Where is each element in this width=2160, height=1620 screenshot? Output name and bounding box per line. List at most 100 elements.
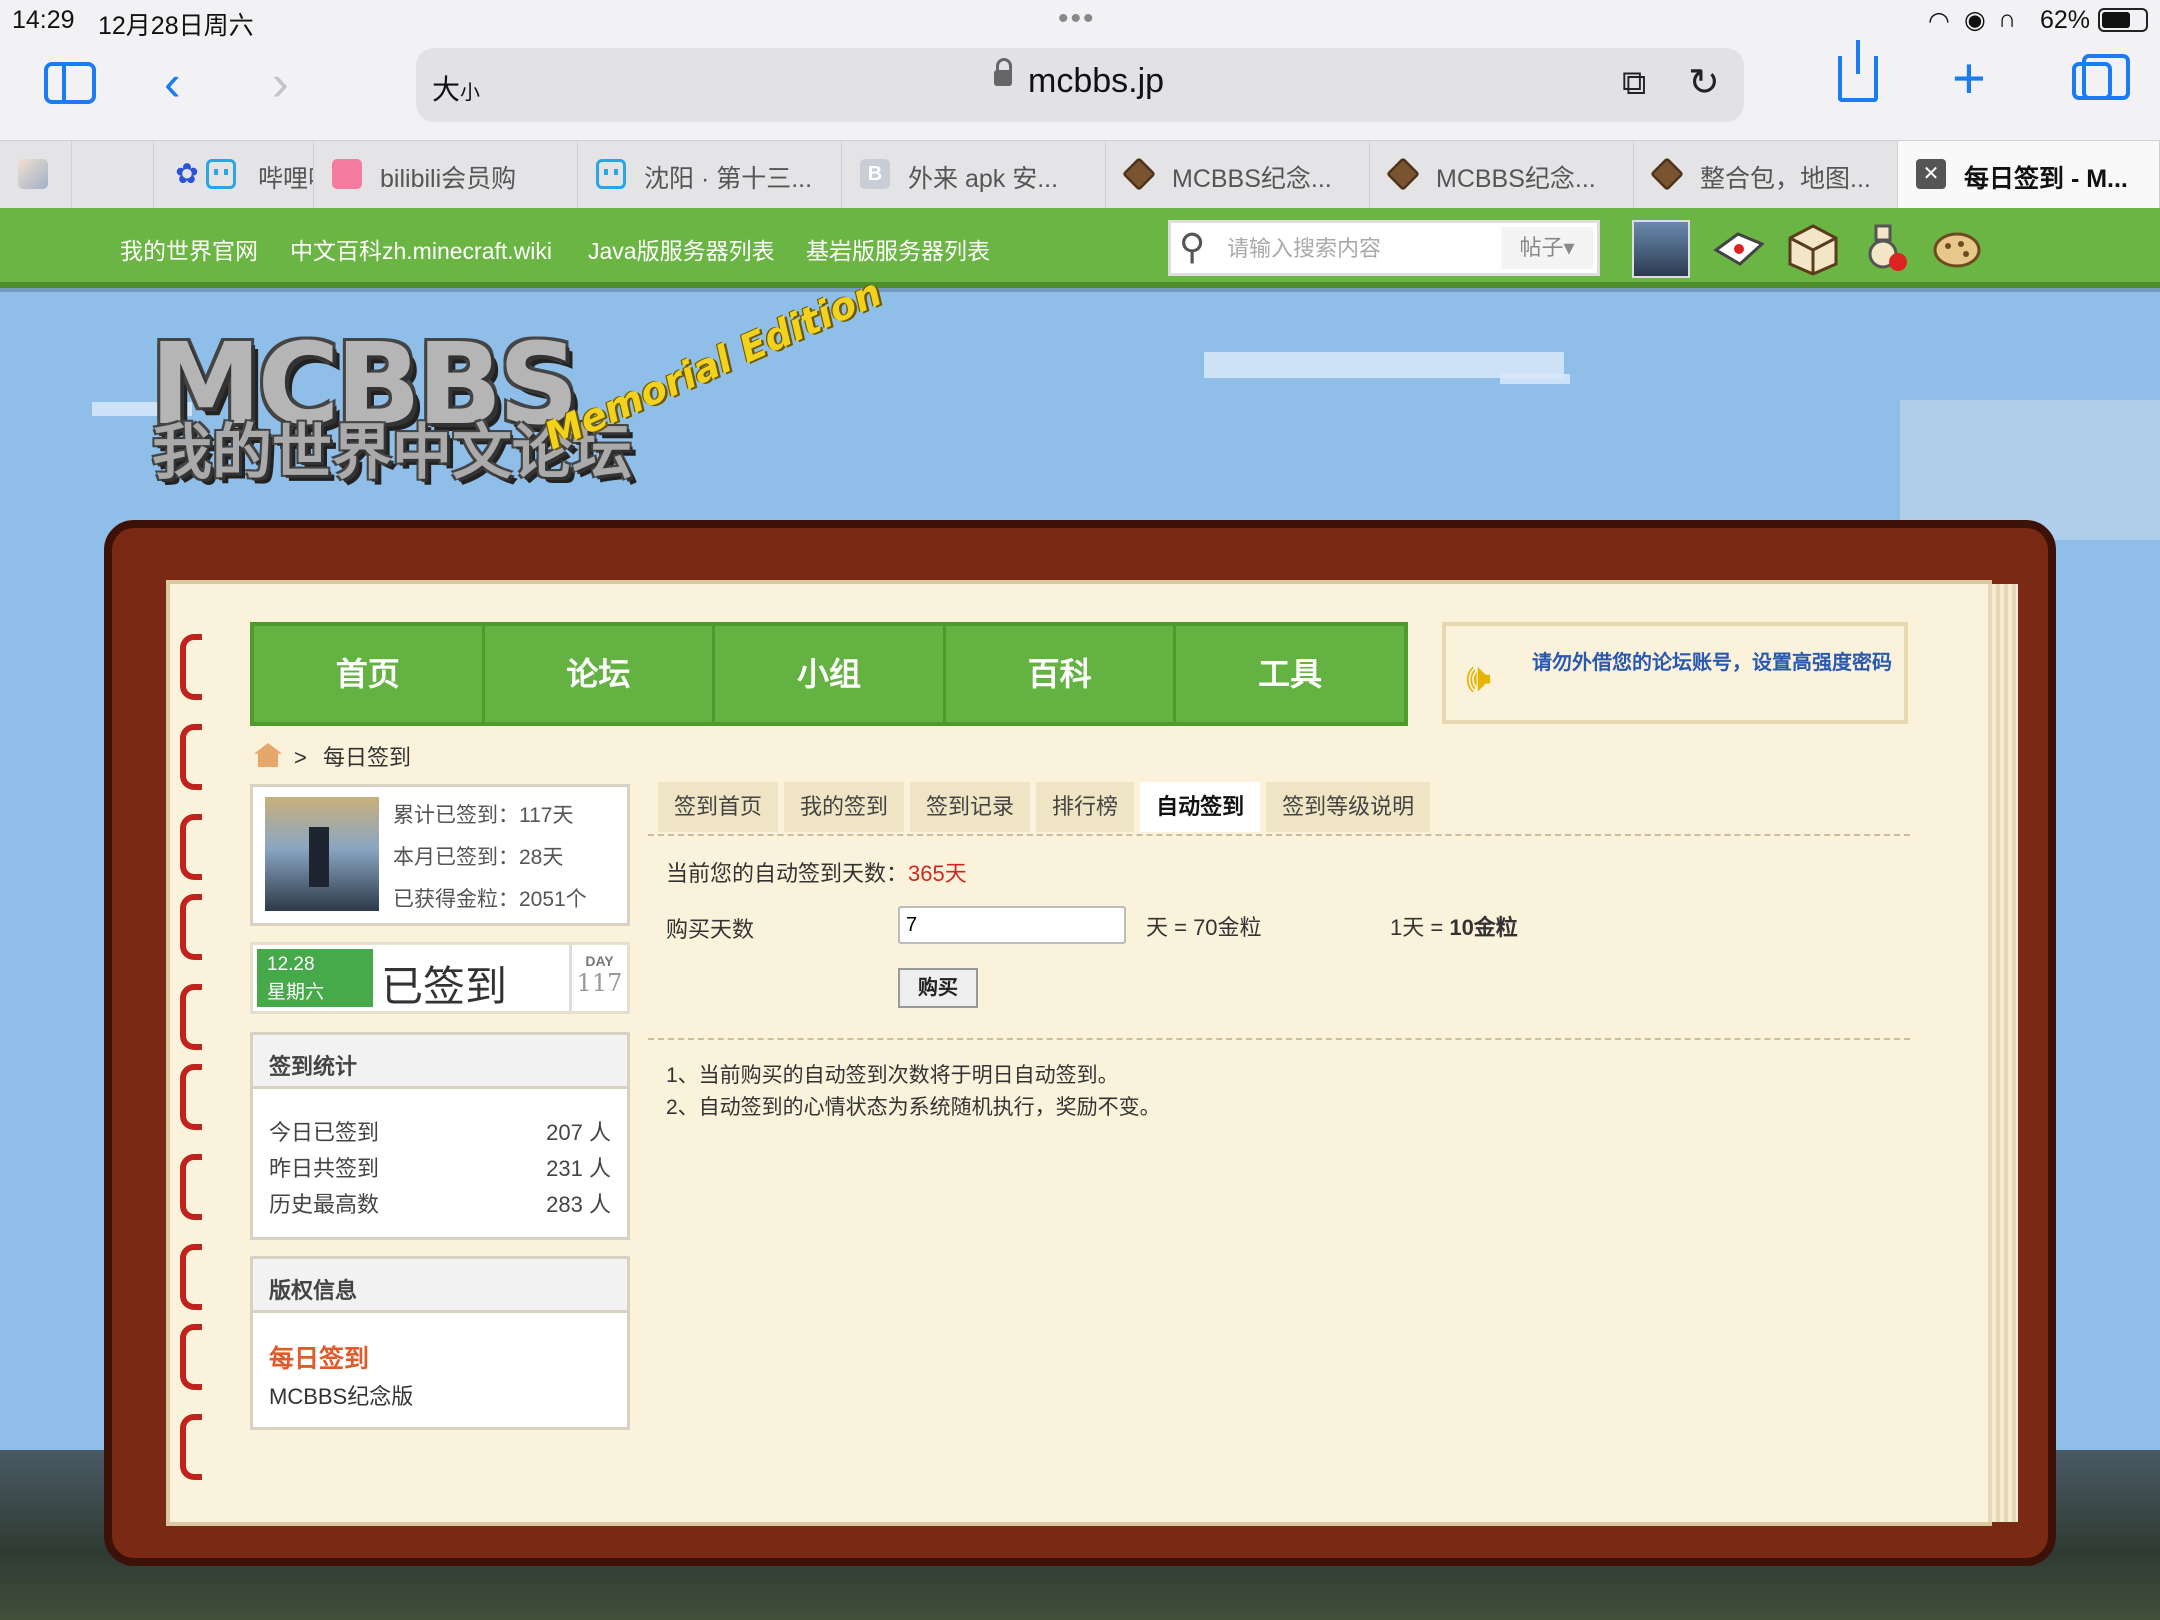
page-edges: [1988, 584, 2018, 1522]
cookie-palette-icon[interactable]: [1928, 220, 1986, 278]
mail-icon[interactable]: [1710, 220, 1768, 278]
tab-label: MCBBS纪念...: [1436, 165, 1596, 193]
tab-item[interactable]: [0, 141, 72, 209]
multitask-dots-icon[interactable]: •••: [1058, 2, 1096, 36]
tab-strip: ✿ 哔哩哔 bilibili会员购 沈阳 · 第十三... B 外来 apk 安..…: [0, 140, 2160, 209]
tab-item[interactable]: bilibili会员购: [314, 141, 578, 209]
note-line: 2、自动签到的心情状态为系统随机执行，奖励不变。: [666, 1096, 1161, 1119]
link-minecraft-official[interactable]: 我的世界官网: [120, 232, 258, 266]
logo-edition: Memorial Edition: [538, 270, 888, 459]
link-zh-wiki[interactable]: 中文百科zh.minecraft.wiki: [290, 232, 552, 266]
new-tab-plus-icon[interactable]: +: [1952, 50, 1986, 108]
nav-home[interactable]: 首页: [254, 626, 485, 722]
signin-profile-card: 累计已签到：117天 本月已签到：28天 已获得金粒：2051个: [250, 784, 630, 926]
total-signins: 累计已签到：117天: [393, 804, 574, 827]
lock-icon: [994, 58, 1012, 88]
search-type-select[interactable]: 帖子▾: [1501, 227, 1593, 269]
nav-forum[interactable]: 论坛: [485, 626, 716, 722]
divider: [648, 834, 1910, 836]
user-avatar[interactable]: [1632, 220, 1690, 278]
rate-text: 1天 = 10金粒: [1390, 915, 1518, 940]
potion-icon[interactable]: [1858, 220, 1916, 278]
forum-topbar: 我的世界官网 中文百科zh.minecraft.wiki Java版服务器列表 …: [0, 208, 2160, 288]
sidebar-toggle-icon[interactable]: [44, 62, 96, 104]
subtab-ranking[interactable]: 排行榜: [1036, 782, 1135, 832]
profile-avatar[interactable]: [265, 797, 379, 911]
forward-chevron-icon[interactable]: ›: [272, 58, 289, 108]
binding-ring: [180, 1414, 202, 1480]
search-input[interactable]: [1227, 233, 1547, 265]
binding-ring: [180, 634, 202, 700]
signed-status-card: 12.28 星期六 已签到 DAY 117: [250, 942, 630, 1014]
bilibili-icon: [596, 159, 626, 189]
signed-date: 12.28: [267, 954, 315, 975]
subtab-level-info[interactable]: 签到等级说明: [1266, 782, 1431, 832]
date-badge: 12.28 星期六: [257, 949, 373, 1007]
link-java-servers[interactable]: Java版服务器列表: [588, 232, 775, 266]
search-icon[interactable]: ⚲: [1179, 229, 1205, 265]
subtab-my-signin[interactable]: 我的签到: [784, 782, 905, 832]
back-chevron-icon[interactable]: ‹: [164, 58, 181, 108]
main-nav: 首页 论坛 小组 百科 工具: [250, 622, 1408, 726]
day-label: DAY: [585, 953, 614, 969]
tab-item[interactable]: [72, 141, 154, 209]
box-icon: [1386, 157, 1420, 191]
tab-overview-icon[interactable]: [2072, 54, 2130, 100]
alarm-icon: ◉: [1964, 6, 1986, 34]
headphones-icon: ∩: [1998, 5, 2016, 33]
reload-icon[interactable]: ↻: [1688, 60, 1720, 105]
cost-text: 天 = 70金粒: [1146, 915, 1262, 940]
paw-icon: ✿: [175, 158, 199, 189]
crafting-table-icon[interactable]: [1784, 220, 1842, 278]
tab-item[interactable]: 整合包，地图...: [1634, 141, 1898, 209]
tab-item[interactable]: 沈阳 · 第十三...: [578, 141, 842, 209]
avatar-icon: [18, 159, 48, 189]
subtab-auto-signin[interactable]: 自动签到: [1140, 782, 1261, 832]
tab-item[interactable]: MCBBS纪念...: [1370, 141, 1634, 209]
subtab-signin-home[interactable]: 签到首页: [658, 782, 779, 832]
close-tab-icon[interactable]: ✕: [1916, 159, 1946, 189]
binding-ring: [180, 1244, 202, 1310]
tab-label: 哔哩哔: [258, 165, 313, 193]
tab-item-active[interactable]: ✕ 每日签到 - M...: [1898, 141, 2160, 209]
tab-item[interactable]: ✿ 哔哩哔: [154, 141, 314, 209]
home-icon[interactable]: [254, 743, 282, 767]
url-text[interactable]: mcbbs.jp: [1028, 62, 1164, 101]
divider: [648, 1038, 1910, 1040]
signin-subtabs: 签到首页 我的签到 签到记录 排行榜 自动签到 签到等级说明: [658, 782, 1436, 834]
stats-row: 昨日共签到 231 人: [269, 1156, 611, 1181]
address-bar[interactable]: 大小 mcbbs.jp ⧉ ↻: [416, 48, 1744, 122]
binding-ring: [180, 724, 202, 790]
tab-item[interactable]: MCBBS纪念...: [1106, 141, 1370, 209]
signed-weekday: 星期六: [267, 982, 325, 1003]
buy-button[interactable]: 购买: [898, 968, 978, 1008]
text-size-button[interactable]: 大小: [432, 68, 480, 108]
month-signins: 本月已签到：28天: [393, 846, 564, 869]
subtab-signin-records[interactable]: 签到记录: [910, 782, 1031, 832]
nav-groups[interactable]: 小组: [715, 626, 946, 722]
day-counter: DAY 117: [569, 945, 627, 1011]
speaker-icon: 🕪: [1466, 656, 1492, 700]
status-bar: 14:29 12月28日周六 ••• ◠ ◉ ∩ 62%: [0, 0, 2160, 40]
extensions-icon[interactable]: ⧉: [1622, 64, 1646, 103]
box-icon: [1650, 157, 1684, 191]
binding-ring: [180, 984, 202, 1050]
cloud: [1500, 374, 1570, 384]
nav-tools[interactable]: 工具: [1176, 626, 1404, 722]
share-icon[interactable]: [1838, 40, 1878, 102]
link-bedrock-servers[interactable]: 基岩版服务器列表: [806, 232, 990, 266]
nav-wiki[interactable]: 百科: [946, 626, 1177, 722]
search-box: ⚲ 帖子▾: [1168, 220, 1600, 276]
plugin-name[interactable]: 每日签到: [269, 1339, 369, 1375]
binding-ring: [180, 1324, 202, 1390]
bilibili-icon: [206, 159, 236, 189]
tab-item[interactable]: B 外来 apk 安...: [842, 141, 1106, 209]
security-notice[interactable]: 🕪 请勿外借您的论坛账号，设置高强度密码: [1442, 622, 1908, 724]
battery-percent: 62%: [2040, 6, 2091, 34]
notice-text: 请勿外借您的论坛账号，设置高强度密码: [1532, 652, 1892, 674]
cloud: [1900, 400, 2160, 540]
notes: 1、当前购买的自动签到次数将于明日自动签到。 2、自动签到的心情状态为系统随机执…: [666, 1060, 1161, 1124]
buy-days-input[interactable]: [898, 906, 1126, 944]
gold-earned: 已获得金粒：2051个: [393, 888, 587, 911]
battery-icon: [2098, 8, 2148, 32]
